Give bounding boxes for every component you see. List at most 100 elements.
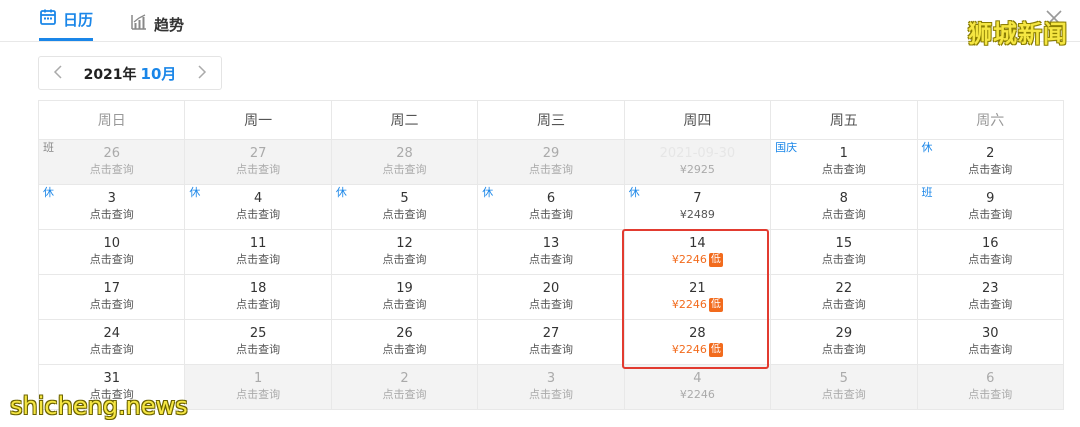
low-price-badge: 低 bbox=[708, 298, 723, 312]
calendar-day-cell[interactable]: 休 3 点击查询 bbox=[37, 184, 186, 230]
cell-subtext: 点击查询 bbox=[968, 298, 1013, 311]
weekday-header: 周三 bbox=[477, 100, 625, 140]
calendar-day-cell[interactable]: 13 点击查询 bbox=[477, 229, 625, 275]
day-number: 16 bbox=[981, 236, 999, 251]
day-number: 18 bbox=[249, 281, 267, 296]
day-number: 22 bbox=[835, 281, 853, 296]
calendar-day-cell[interactable]: 休 5 点击查询 bbox=[330, 184, 479, 230]
day-number: 31 bbox=[103, 371, 120, 386]
calendar-day-cell[interactable]: 29 点击查询 bbox=[770, 319, 918, 365]
calendar-day-cell[interactable]: 2 点击查询 bbox=[330, 364, 479, 410]
cell-subtext: 点击查询 bbox=[821, 343, 866, 356]
day-number: 19 bbox=[396, 281, 413, 296]
calendar-day-cell[interactable]: 休 6 点击查询 bbox=[477, 184, 625, 230]
cell-subtext: 点击查询 bbox=[236, 298, 281, 311]
cell-subtext: 点击查询 bbox=[382, 253, 427, 266]
day-number: 30 bbox=[981, 326, 999, 341]
calendar-day-cell[interactable]: 2021-09-30 ¥2925 bbox=[623, 139, 772, 185]
calendar-day-cell[interactable]: 休 4 点击查询 bbox=[184, 184, 332, 230]
day-number: 3 bbox=[107, 191, 116, 206]
weekday-header: 周六 bbox=[916, 100, 1065, 140]
cell-subtext: 点击查询 bbox=[821, 163, 866, 176]
calendar-day-cell[interactable]: 1 点击查询 bbox=[184, 364, 332, 410]
calendar-day-cell[interactable]: 19 点击查询 bbox=[330, 274, 479, 320]
query-link: 点击查询 bbox=[771, 342, 916, 358]
calendar-day-cell[interactable]: 国庆 1 点击查询 bbox=[770, 139, 918, 185]
calendar-day-cell[interactable]: 28 点击查询 bbox=[330, 139, 479, 185]
calendar-day-cell[interactable]: 5 点击查询 bbox=[770, 364, 918, 410]
query-link: 点击查询 bbox=[332, 342, 477, 358]
calendar-day-cell[interactable]: 班 26 点击查询 bbox=[37, 139, 186, 185]
tab-calendar[interactable]: 日历 bbox=[39, 6, 94, 41]
calendar-day-cell[interactable]: 6 点击查询 bbox=[916, 364, 1065, 410]
calendar-day-cell[interactable]: 16 点击查询 bbox=[916, 229, 1065, 275]
calendar-day-cell[interactable]: 12 点击查询 bbox=[330, 229, 479, 275]
calendar-day-cell[interactable]: 10 点击查询 bbox=[37, 229, 186, 275]
query-link: 点击查询 bbox=[478, 252, 623, 268]
day-number: 2021-09-30 bbox=[659, 146, 736, 161]
query-link: 点击查询 bbox=[918, 207, 1063, 223]
holiday-tag: 班 bbox=[40, 141, 57, 155]
calendar-day-cell[interactable]: 27 点击查询 bbox=[184, 139, 332, 185]
calendar-week-row: 31 点击查询 1 点击查询 2 点击查询 3 点击查询 4 ¥2246 5 点击查询 6 点击查询 bbox=[37, 364, 1065, 410]
calendar-day-cell[interactable]: 14 ¥2246 低 bbox=[623, 229, 772, 275]
calendar-day-cell[interactable]: 班 9 点击查询 bbox=[916, 184, 1065, 230]
calendar-day-cell[interactable]: 3 点击查询 bbox=[477, 364, 625, 410]
price-label: ¥2246 bbox=[625, 387, 770, 403]
query-link: 点击查询 bbox=[771, 387, 916, 403]
cell-subtext: 点击查询 bbox=[382, 208, 427, 221]
cell-subtext: ¥2489 bbox=[679, 208, 715, 221]
calendar-day-cell[interactable]: 23 点击查询 bbox=[916, 274, 1065, 320]
weekday-header: 周四 bbox=[623, 100, 772, 140]
calendar-day-cell[interactable]: 休 7 ¥2489 bbox=[623, 184, 772, 230]
cell-subtext: 点击查询 bbox=[89, 298, 134, 311]
query-link: 点击查询 bbox=[918, 387, 1063, 403]
calendar-day-cell[interactable]: 11 点击查询 bbox=[184, 229, 332, 275]
watermark-logo-bottom: shicheng.news bbox=[10, 392, 188, 420]
calendar-week-row: 班 26 点击查询 27 点击查询 28 点击查询 29 点击查询 2021-09-30 ¥2925… bbox=[37, 139, 1065, 185]
calendar-day-cell[interactable]: 17 点击查询 bbox=[37, 274, 186, 320]
cell-subtext: 点击查询 bbox=[89, 343, 134, 356]
calendar-day-cell[interactable]: 21 ¥2246 低 bbox=[623, 274, 772, 320]
calendar-day-cell[interactable]: 30 点击查询 bbox=[916, 319, 1065, 365]
query-link: 点击查询 bbox=[39, 297, 184, 313]
calendar-day-cell[interactable]: 25 点击查询 bbox=[184, 319, 332, 365]
calendar-day-cell[interactable]: 20 点击查询 bbox=[477, 274, 625, 320]
calendar-day-cell[interactable]: 15 点击查询 bbox=[770, 229, 918, 275]
month-navigator: 2021年 10月 bbox=[38, 56, 222, 90]
trend-chart-icon bbox=[130, 13, 154, 35]
calendar-day-cell[interactable]: 8 点击查询 bbox=[770, 184, 918, 230]
calendar-day-cell[interactable]: 27 点击查询 bbox=[477, 319, 625, 365]
day-number: 27 bbox=[249, 146, 267, 161]
tab-trend[interactable]: 趋势 bbox=[130, 8, 184, 40]
next-month-chevron-icon[interactable] bbox=[195, 64, 209, 83]
cell-subtext: 点击查询 bbox=[968, 163, 1013, 176]
calendar-day-cell[interactable]: 29 点击查询 bbox=[477, 139, 625, 185]
low-price-badge: 低 bbox=[708, 343, 723, 357]
prev-month-chevron-icon[interactable] bbox=[51, 64, 65, 83]
query-link: 点击查询 bbox=[185, 207, 330, 223]
calendar-day-cell[interactable]: 26 点击查询 bbox=[330, 319, 479, 365]
query-link: 点击查询 bbox=[771, 252, 916, 268]
calendar-week-row: 17 点击查询 18 点击查询 19 点击查询 20 点击查询 21 ¥2246 低 22 点击查询 23… bbox=[37, 274, 1065, 320]
calendar-day-cell[interactable]: 18 点击查询 bbox=[184, 274, 332, 320]
query-link: 点击查询 bbox=[185, 387, 330, 403]
day-number: 3 bbox=[546, 371, 556, 386]
weekday-header: 周五 bbox=[770, 100, 918, 140]
day-number: 13 bbox=[542, 236, 560, 251]
query-link: 点击查询 bbox=[478, 297, 623, 313]
day-number: 7 bbox=[693, 191, 702, 206]
calendar-day-cell[interactable]: 24 点击查询 bbox=[37, 319, 186, 365]
cell-subtext: 点击查询 bbox=[236, 163, 281, 176]
calendar-day-cell[interactable]: 28 ¥2246 低 bbox=[623, 319, 772, 365]
holiday-tag: 休 bbox=[479, 186, 497, 200]
calendar-week-row: 休 3 点击查询 休 4 点击查询 休 5 点击查询 休 6 点击查询 休 7 ¥2489 8 点击查询 班 9 点击… bbox=[37, 184, 1065, 230]
calendar-day-cell[interactable]: 休 2 点击查询 bbox=[916, 139, 1065, 185]
price-label: ¥2246 低 bbox=[625, 252, 770, 268]
cell-subtext: 点击查询 bbox=[382, 388, 427, 401]
price-label: ¥2925 bbox=[625, 162, 770, 178]
calendar-day-cell[interactable]: 22 点击查询 bbox=[770, 274, 918, 320]
calendar-day-cell[interactable]: 4 ¥2246 bbox=[623, 364, 772, 410]
cell-subtext: 点击查询 bbox=[89, 163, 134, 176]
query-link: 点击查询 bbox=[478, 162, 623, 178]
